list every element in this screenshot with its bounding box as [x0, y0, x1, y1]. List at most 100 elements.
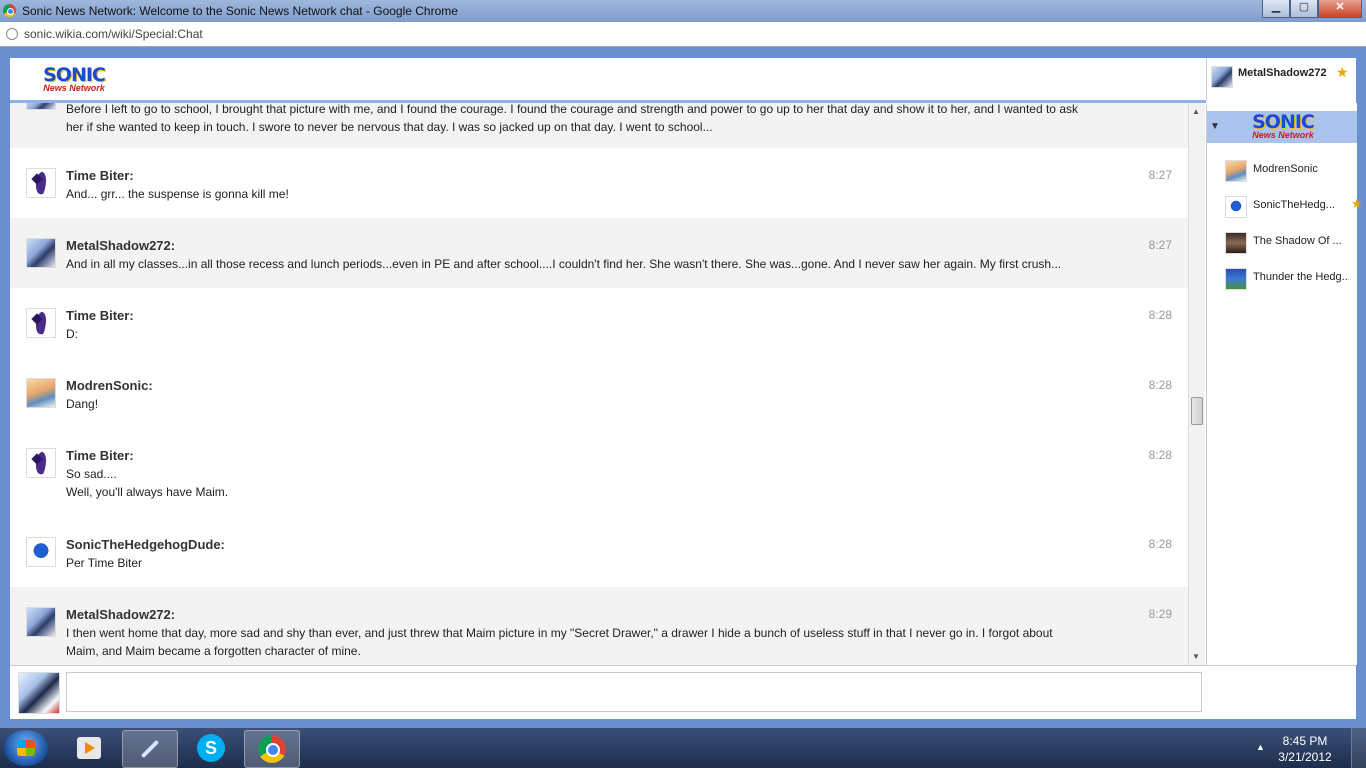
current-user-name: MetalShadow272 [1238, 67, 1327, 79]
message-text: Before I left to go to school, I brought… [66, 103, 1166, 136]
message-line: her if she wanted to keep in touch. I sw… [66, 120, 713, 134]
user-avatar[interactable] [26, 103, 56, 110]
sonic-news-network-logo[interactable]: SONIC News Network [38, 66, 110, 94]
message-line: Dang! [66, 397, 99, 411]
scroll-down-icon[interactable]: ▼ [1192, 652, 1200, 661]
message-username[interactable]: Time Biter: [66, 168, 134, 183]
user-avatar[interactable] [26, 607, 56, 637]
message-username[interactable]: SonicTheHedgehogDude: [66, 537, 225, 552]
user-name: SonicTheHedg... [1253, 199, 1335, 211]
message-line: And... grr... the suspense is gonna kill… [66, 187, 289, 201]
message-time: 8:27 [1148, 168, 1172, 182]
message-input[interactable] [66, 672, 1202, 712]
message-username[interactable]: ModrenSonic: [66, 378, 153, 393]
user-avatar[interactable] [26, 537, 56, 567]
chat-message: MetalShadow272: 8:29 I then went home th… [10, 587, 1188, 665]
message-time: 8:28 [1148, 537, 1172, 551]
message-username[interactable]: Time Biter: [66, 308, 134, 323]
chat-message: SonicTheHedgehogDude: 8:28 Per Time Bite… [10, 517, 1188, 587]
show-desktop-button[interactable] [1351, 728, 1366, 768]
user-list-item[interactable]: SonicTheHedg... ★ [1225, 196, 1363, 220]
system-clock[interactable]: 8:45 PM 3/21/2012 [1270, 733, 1340, 765]
media-player-icon [77, 737, 101, 759]
user-avatar [1225, 268, 1247, 290]
user-list-item[interactable]: The Shadow Of ... [1225, 232, 1355, 256]
chat-message: Time Biter: 8:28 D: [10, 288, 1188, 358]
scrollbar-thumb[interactable] [1191, 397, 1203, 425]
message-time: 8:28 [1148, 378, 1172, 392]
user-avatar[interactable] [26, 238, 56, 268]
clock-time: 8:45 PM [1282, 734, 1328, 748]
message-line: And in all my classes...in all those rec… [66, 257, 1062, 271]
logo-sub-text: News Network [1252, 130, 1314, 140]
collapse-icon[interactable]: ▼ [1210, 121, 1220, 132]
current-user-avatar [1211, 66, 1233, 88]
message-time: 8:28 [1148, 448, 1172, 462]
user-avatar[interactable] [26, 378, 56, 408]
message-time: 8:29 [1148, 607, 1172, 621]
user-avatar [1225, 196, 1247, 218]
window-controls: ▁ ▢ ✕ [1262, 0, 1362, 18]
taskbar-pen-app[interactable] [122, 730, 178, 768]
taskbar-chrome[interactable] [244, 730, 300, 768]
message-text: So sad.... Well, you'll always have Maim… [66, 465, 1166, 501]
self-avatar [18, 672, 60, 714]
user-name: ModrenSonic [1253, 163, 1318, 175]
logo-sub-text: News Network [43, 83, 105, 93]
user-name: Thunder the Hedg... [1253, 271, 1349, 283]
message-username[interactable]: Time Biter: [66, 448, 134, 463]
start-button[interactable] [4, 730, 48, 766]
pen-icon [140, 739, 160, 759]
scroll-up-icon[interactable]: ▲ [1192, 107, 1200, 116]
message-line: Before I left to go to school, I brought… [66, 103, 1078, 116]
chat-message: Before I left to go to school, I brought… [10, 103, 1188, 148]
taskbar-media-player[interactable] [62, 730, 116, 766]
message-text: Per Time Biter [66, 554, 1166, 572]
user-name: The Shadow Of ... [1253, 235, 1342, 247]
tray-expand-icon[interactable]: ▲ [1256, 742, 1265, 752]
windows-logo-icon [17, 740, 35, 756]
message-text: I then went home that day, more sad and … [66, 624, 1166, 660]
skype-icon: S [197, 734, 225, 762]
url-text[interactable]: sonic.wikia.com/wiki/Special:Chat [24, 27, 203, 41]
star-icon: ★ [1336, 64, 1349, 80]
chat-scrollbar[interactable]: ▲ ▼ [1188, 103, 1205, 665]
message-time: 8:27 [1148, 238, 1172, 252]
message-text: Dang! [66, 395, 1166, 413]
current-user-header[interactable]: MetalShadow272 ★ [1206, 58, 1357, 100]
taskbar-skype[interactable]: S [184, 730, 238, 766]
user-list-item[interactable]: Thunder the Hedg... [1225, 268, 1355, 292]
message-line: D: [66, 327, 78, 341]
message-text: And... grr... the suspense is gonna kill… [66, 185, 1166, 203]
close-button[interactable]: ✕ [1318, 0, 1362, 18]
chat-room-header[interactable]: ▼ SONIC News Network [1207, 111, 1357, 143]
message-input-area [10, 665, 1356, 719]
page-info-icon[interactable] [6, 28, 18, 40]
maximize-button[interactable]: ▢ [1290, 0, 1318, 18]
message-line: Maim, and Maim became a forgotten charac… [66, 644, 361, 658]
address-bar[interactable]: sonic.wikia.com/wiki/Special:Chat [0, 22, 1366, 47]
window-title: Sonic News Network: Welcome to the Sonic… [22, 4, 458, 18]
chat-message: ModrenSonic: 8:28 Dang! [10, 358, 1188, 428]
user-list-item[interactable]: ModrenSonic [1225, 160, 1355, 184]
chat-header: SONIC News Network [10, 58, 1206, 103]
user-avatar[interactable] [26, 168, 56, 198]
message-username[interactable]: MetalShadow272: [66, 607, 175, 622]
message-time: 8:28 [1148, 308, 1172, 322]
user-avatar [1225, 232, 1247, 254]
message-text: And in all my classes...in all those rec… [66, 255, 1166, 273]
chat-log[interactable]: Before I left to go to school, I brought… [10, 103, 1188, 665]
user-list: ▼ SONIC News Network ModrenSonic SonicTh… [1206, 103, 1363, 665]
minimize-button[interactable]: ▁ [1262, 0, 1290, 18]
user-avatar[interactable] [26, 448, 56, 478]
message-username[interactable]: MetalShadow272: [66, 238, 175, 253]
message-line: I then went home that day, more sad and … [66, 626, 1053, 640]
clock-date: 3/21/2012 [1278, 750, 1332, 764]
star-icon: ★ [1351, 196, 1363, 211]
chat-message: Time Biter: 8:28 So sad.... Well, you'll… [10, 428, 1188, 517]
user-avatar[interactable] [26, 308, 56, 338]
chat-message: MetalShadow272: 8:27 And in all my class… [10, 218, 1188, 288]
window-title-bar[interactable]: Sonic News Network: Welcome to the Sonic… [0, 0, 1366, 22]
chrome-icon [258, 735, 286, 763]
chat-message: Time Biter: 8:27 And... grr... the suspe… [10, 148, 1188, 218]
